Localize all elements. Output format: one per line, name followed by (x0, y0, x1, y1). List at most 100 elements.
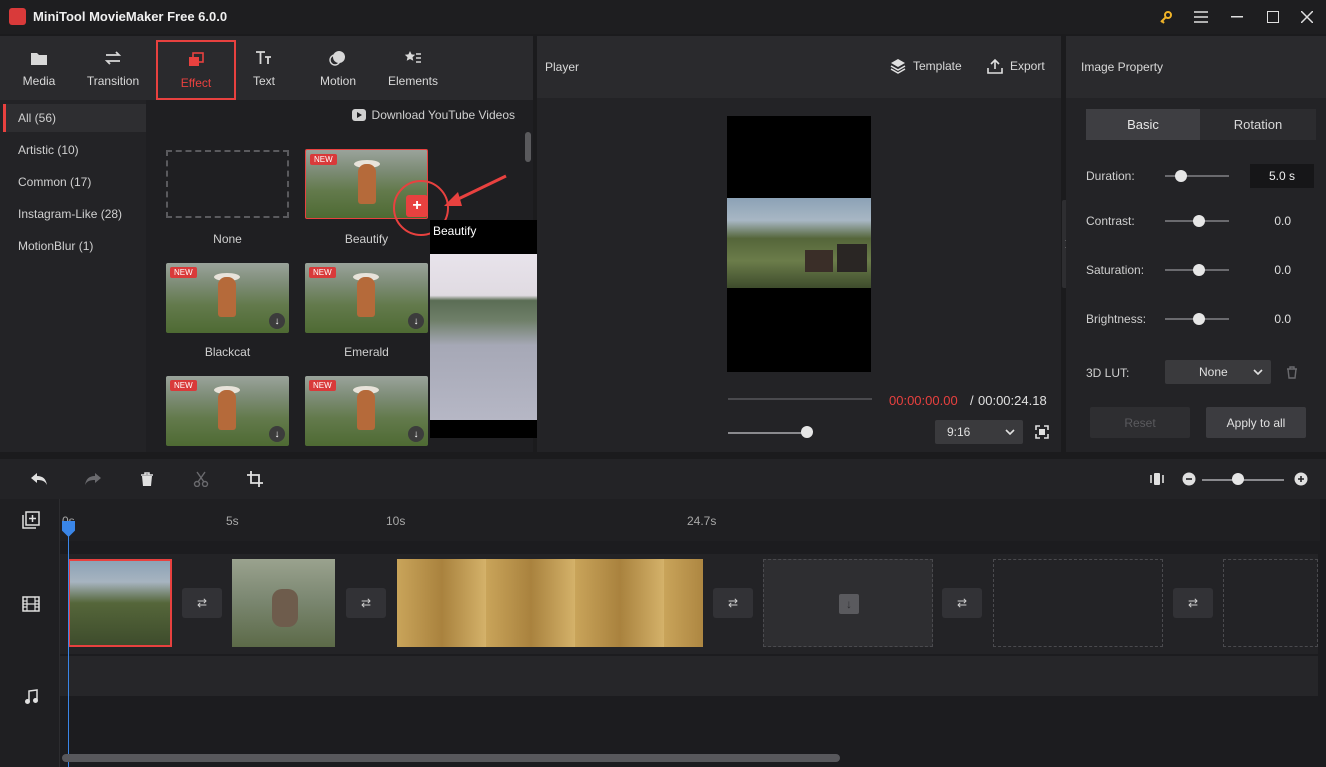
download-icon[interactable]: ↓ (269, 426, 285, 442)
effect-thumb[interactable]: NEW ↓ (166, 376, 289, 446)
transition-slot[interactable]: ⇄ (346, 588, 386, 618)
saturation-value: 0.0 (1274, 263, 1291, 277)
video-preview (727, 116, 871, 372)
layers-icon (890, 59, 906, 74)
playhead[interactable] (68, 521, 69, 767)
timeline-scrollbar[interactable] (62, 754, 840, 762)
new-badge: NEW (170, 267, 197, 278)
volume-slider[interactable] (728, 432, 808, 434)
house-shape (837, 244, 867, 272)
time-separator: / (970, 393, 974, 408)
transition-slot[interactable]: ⇄ (942, 588, 982, 618)
crop-icon[interactable] (245, 469, 265, 489)
player-panel: Player Template Export 00:00:00.00 / 00:… (537, 36, 1061, 452)
redo-icon[interactable] (83, 469, 103, 489)
close-icon[interactable] (1294, 6, 1320, 28)
transition-slot[interactable]: ⇄ (713, 588, 753, 618)
lut-label: 3D LUT: (1086, 366, 1130, 380)
audio-track[interactable] (60, 656, 1318, 696)
tab-effect[interactable]: Effect (156, 40, 236, 100)
effect-emerald-thumb[interactable]: NEW ↓ (305, 263, 428, 333)
add-track-icon[interactable] (22, 511, 40, 532)
tab-text[interactable]: Text (228, 36, 300, 100)
lut-select[interactable]: None (1165, 360, 1271, 384)
tab-motion[interactable]: Motion (302, 36, 374, 100)
progress-track[interactable] (728, 398, 872, 400)
timeline-clip-mountains[interactable] (68, 559, 172, 647)
effect-blackcat-thumb[interactable]: NEW ↓ (166, 263, 289, 333)
download-icon[interactable]: ↓ (408, 426, 424, 442)
thumb-figure (218, 390, 236, 430)
empty-clip-slot[interactable]: ↓ (763, 559, 933, 647)
category-motionblur[interactable]: MotionBlur (1) (3, 232, 146, 260)
zoom-knob[interactable] (1232, 473, 1244, 485)
tick-label: 5s (226, 514, 239, 528)
tick-label: 24.7s (687, 514, 717, 528)
apply-to-all-button[interactable]: Apply to all (1206, 407, 1306, 438)
video-frame-image (727, 198, 871, 288)
tab-elements[interactable]: Elements (377, 36, 449, 100)
category-common[interactable]: Common (17) (3, 168, 146, 196)
music-track-icon (24, 689, 38, 708)
download-icon[interactable]: ↓ (408, 313, 424, 329)
reset-button[interactable]: Reset (1090, 407, 1190, 438)
contrast-value: 0.0 (1274, 214, 1291, 228)
slider-knob[interactable] (1193, 215, 1205, 227)
thumb-figure (357, 277, 375, 317)
transition-slot[interactable]: ⇄ (1173, 588, 1213, 618)
brightness-label: Brightness: (1086, 312, 1147, 326)
category-instagram-like[interactable]: Instagram-Like (28) (3, 200, 146, 228)
duration-slider[interactable] (1165, 170, 1229, 182)
category-all[interactable]: All (56) (3, 104, 146, 132)
total-time: 00:00:24.18 (978, 393, 1047, 408)
empty-clip-slot[interactable] (1223, 559, 1318, 647)
trash-icon[interactable] (1286, 366, 1298, 382)
tab-media[interactable]: Media (3, 36, 75, 100)
contrast-slider[interactable] (1165, 215, 1229, 227)
duration-field[interactable]: 5.0 s (1250, 164, 1314, 188)
export-button[interactable]: Export (987, 58, 1045, 74)
template-button[interactable]: Template (890, 58, 962, 74)
brightness-value: 0.0 (1274, 312, 1291, 326)
elements-icon (404, 50, 421, 63)
transition-slot[interactable]: ⇄ (182, 588, 222, 618)
delete-icon[interactable] (137, 469, 157, 489)
library-scrollbar[interactable] (525, 132, 531, 162)
minimize-icon[interactable] (1224, 6, 1250, 28)
timeline-ruler[interactable]: 0s 5s 10s 24.7s (60, 499, 1320, 541)
undo-icon[interactable] (29, 469, 49, 489)
new-badge: NEW (309, 267, 336, 278)
effect-beautify-label: Beautify (344, 232, 389, 246)
app-logo-icon (9, 8, 26, 25)
tab-rotation[interactable]: Rotation (1200, 109, 1316, 140)
volume-knob[interactable] (801, 426, 813, 438)
slider-knob[interactable] (1193, 313, 1205, 325)
zoom-in-icon[interactable] (1291, 469, 1311, 489)
brightness-slider[interactable] (1165, 313, 1229, 325)
effect-thumb[interactable]: NEW ↓ (305, 376, 428, 446)
saturation-label: Saturation: (1086, 263, 1145, 277)
saturation-slider[interactable] (1165, 264, 1229, 276)
aspect-ratio-select[interactable]: 9:16 (935, 420, 1023, 444)
track-headers (0, 499, 60, 767)
tab-transition[interactable]: Transition (77, 36, 149, 100)
maximize-icon[interactable] (1260, 6, 1286, 28)
download-icon[interactable]: ↓ (269, 313, 285, 329)
timeline-clip-lions[interactable] (397, 559, 703, 647)
key-icon[interactable] (1153, 6, 1179, 28)
timeline-clip-rabbit[interactable] (232, 559, 335, 647)
fullscreen-icon[interactable] (1035, 425, 1049, 439)
swap-icon (104, 50, 122, 65)
slider-knob[interactable] (1175, 170, 1187, 182)
empty-clip-slot[interactable] (993, 559, 1163, 647)
fit-timeline-icon[interactable] (1147, 469, 1167, 489)
zoom-out-icon[interactable] (1179, 469, 1199, 489)
category-artistic[interactable]: Artistic (10) (3, 136, 146, 164)
tab-basic[interactable]: Basic (1086, 109, 1200, 140)
player-header: Player Template Export (537, 36, 1061, 98)
menu-icon[interactable] (1188, 6, 1214, 28)
download-youtube-link[interactable]: Download YouTube Videos (351, 108, 515, 122)
slider-knob[interactable] (1193, 264, 1205, 276)
effect-none-thumb[interactable] (166, 150, 289, 218)
scissors-icon[interactable] (191, 469, 211, 489)
